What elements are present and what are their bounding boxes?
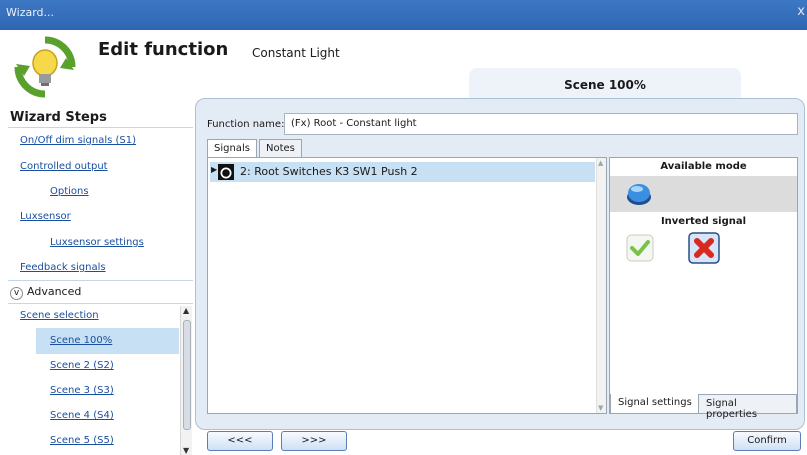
push-button-icon bbox=[218, 164, 234, 180]
signal-label: 2: Root Switches K3 SW1 Push 2 bbox=[240, 165, 418, 178]
window-title: Wizard... bbox=[6, 6, 55, 19]
step-scene-2[interactable]: Scene 2 (S2) bbox=[50, 360, 114, 371]
inverted-signal-heading: Inverted signal bbox=[660, 216, 747, 227]
lightbulb-refresh-icon bbox=[14, 36, 76, 98]
sidebar-scrollbar[interactable]: ▲ ▼ bbox=[180, 306, 192, 455]
signals-list: ▶ 2: Root Switches K3 SW1 Push 2 ▲ ▼ bbox=[207, 157, 607, 414]
step-controlled-output[interactable]: Controlled output bbox=[20, 161, 108, 172]
blue-button-mode-icon[interactable] bbox=[626, 181, 652, 207]
step-scene-100[interactable]: Scene 100% bbox=[50, 335, 112, 346]
confirm-button[interactable]: Confirm bbox=[733, 431, 801, 451]
wizard-steps-sidebar: Wizard Steps On/Off dim signals (S1) Con… bbox=[8, 110, 193, 455]
tab-signal-properties[interactable]: Signal properties bbox=[698, 394, 797, 420]
advanced-toggle[interactable]: v Advanced bbox=[10, 285, 81, 300]
scroll-up-icon[interactable]: ▲ bbox=[183, 306, 189, 315]
checkmark-icon[interactable] bbox=[626, 234, 654, 262]
scrollbar-thumb[interactable] bbox=[183, 320, 191, 430]
next-button[interactable]: >>> bbox=[281, 431, 347, 451]
step-scene-selection[interactable]: Scene selection bbox=[20, 310, 99, 321]
scroll-up-icon[interactable]: ▲ bbox=[598, 159, 603, 167]
list-scrollbar[interactable]: ▲ ▼ bbox=[596, 158, 606, 413]
step-scene-3[interactable]: Scene 3 (S3) bbox=[50, 385, 114, 396]
cross-icon[interactable] bbox=[688, 232, 720, 264]
close-icon[interactable]: x bbox=[797, 4, 805, 19]
function-name-label: Function name: bbox=[207, 119, 285, 130]
divider bbox=[8, 303, 193, 304]
divider bbox=[8, 280, 193, 281]
page-subtitle: Constant Light bbox=[252, 46, 340, 60]
available-mode-area bbox=[610, 176, 797, 212]
scene-header-label: Scene 100% bbox=[564, 78, 646, 92]
tab-signal-settings[interactable]: Signal settings bbox=[610, 394, 700, 414]
step-luxsensor-settings[interactable]: Luxsensor settings bbox=[50, 237, 144, 248]
step-feedback-signals[interactable]: Feedback signals bbox=[20, 262, 106, 273]
row-pointer-icon: ▶ bbox=[211, 165, 218, 174]
step-onoff-dim-signals[interactable]: On/Off dim signals (S1) bbox=[20, 135, 136, 146]
chevron-down-icon: v bbox=[10, 287, 23, 300]
available-mode-heading: Available mode bbox=[660, 161, 747, 172]
scroll-down-icon[interactable]: ▼ bbox=[598, 404, 603, 412]
divider bbox=[8, 127, 193, 128]
list-item[interactable]: ▶ 2: Root Switches K3 SW1 Push 2 bbox=[210, 162, 595, 182]
function-name-input[interactable]: (Fx) Root - Constant light bbox=[284, 113, 798, 135]
scroll-down-icon[interactable]: ▼ bbox=[183, 446, 189, 455]
step-options[interactable]: Options bbox=[50, 186, 89, 197]
previous-button[interactable]: <<< bbox=[207, 431, 273, 451]
advanced-label: Advanced bbox=[27, 285, 82, 298]
page-title: Edit function bbox=[98, 39, 229, 60]
tab-notes[interactable]: Notes bbox=[259, 139, 302, 157]
sidebar-title: Wizard Steps bbox=[10, 110, 107, 125]
function-editor-panel: Function name: (Fx) Root - Constant ligh… bbox=[195, 98, 805, 430]
signal-settings-panel: Available mode Inverted signal Signal se… bbox=[609, 157, 798, 420]
window-titlebar: Wizard... x bbox=[0, 0, 807, 30]
step-luxsensor[interactable]: Luxsensor bbox=[20, 211, 71, 222]
step-scene-5[interactable]: Scene 5 (S5) bbox=[50, 435, 114, 446]
tab-signals[interactable]: Signals bbox=[207, 139, 257, 158]
step-scene-4[interactable]: Scene 4 (S4) bbox=[50, 410, 114, 421]
